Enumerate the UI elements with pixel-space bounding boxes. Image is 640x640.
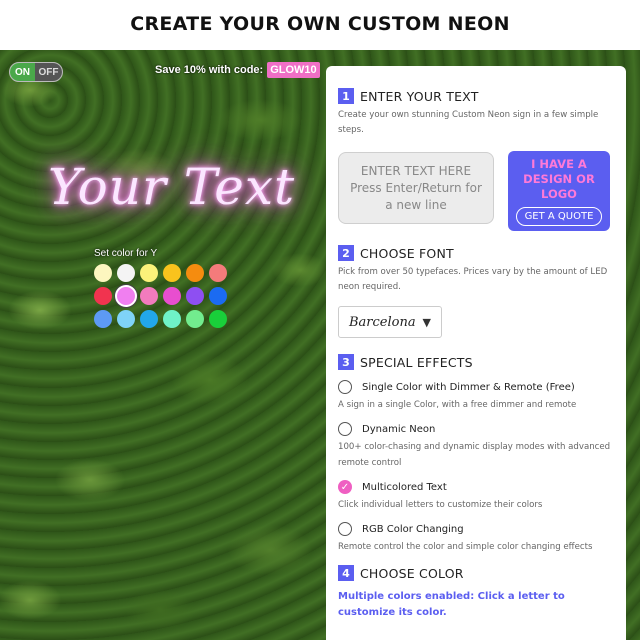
color-instructions: Multiple colors enabled: Click a letter …: [338, 591, 565, 618]
section-title: SPECIAL EFFECTS: [360, 354, 473, 370]
step-number: 4: [338, 565, 354, 581]
font-select-dropdown[interactable]: Barcelona ▼: [338, 306, 442, 338]
get-a-quote-button[interactable]: GET A QUOTE: [515, 206, 603, 226]
color-swatch[interactable]: [117, 264, 135, 282]
color-swatch[interactable]: [163, 287, 181, 305]
color-swatch[interactable]: [163, 310, 181, 328]
section-title: CHOOSE COLOR: [360, 565, 464, 581]
effect-description: Click individual letters to customize th…: [338, 500, 543, 510]
effect-description: A sign in a single Color, with a free di…: [338, 400, 577, 410]
color-swatch[interactable]: [209, 287, 227, 305]
section-effects-header: 3 SPECIAL EFFECTS: [338, 354, 614, 370]
color-swatch[interactable]: [94, 287, 112, 305]
radio-icon[interactable]: [338, 422, 352, 436]
section-font-header: 2 CHOOSE FONT: [338, 245, 614, 261]
promo-code-badge: GLOW10: [267, 62, 320, 78]
radio-icon[interactable]: [338, 522, 352, 536]
text-input-placeholder-line: Press Enter/Return for: [350, 180, 482, 195]
color-swatch[interactable]: [186, 310, 204, 328]
color-swatch[interactable]: [117, 310, 135, 328]
color-swatch[interactable]: [117, 287, 135, 305]
color-swatch[interactable]: [140, 287, 158, 305]
effect-option[interactable]: Dynamic Neon: [338, 422, 614, 436]
swatch-grid: [94, 264, 227, 328]
promo-text: Save 10% with code:: [155, 64, 264, 76]
radio-checked-icon[interactable]: ✓: [338, 480, 352, 494]
color-swatch[interactable]: [94, 264, 112, 282]
section-enter-text-header: 1 ENTER YOUR TEXT: [338, 88, 614, 104]
effect-label: Single Color with Dimmer & Remote (Free): [362, 381, 575, 393]
color-swatch[interactable]: [140, 310, 158, 328]
chevron-down-icon: ▼: [422, 315, 431, 329]
effect-label: Dynamic Neon: [362, 423, 436, 435]
color-picker-label: Set color for Y: [94, 248, 158, 259]
neon-text-preview[interactable]: Your Text: [48, 158, 295, 216]
color-swatch[interactable]: [186, 264, 204, 282]
step-number: 2: [338, 245, 354, 261]
section-description: Pick from over 50 typefaces. Prices vary…: [338, 267, 608, 292]
letter-color-picker: Set color for Y: [94, 248, 227, 328]
color-swatch[interactable]: [94, 310, 112, 328]
on-off-toggle[interactable]: ON OFF: [9, 62, 63, 82]
text-input-placeholder-line: a new line: [385, 197, 447, 212]
section-title: CHOOSE FONT: [360, 245, 454, 261]
design-text-line: I HAVE A: [531, 156, 587, 171]
effect-description: Remote control the color and simple colo…: [338, 542, 593, 552]
step-number: 1: [338, 88, 354, 104]
effect-label: RGB Color Changing: [362, 523, 464, 535]
toggle-off-label[interactable]: OFF: [35, 63, 62, 81]
section-title: ENTER YOUR TEXT: [360, 88, 479, 104]
design-logo-text: I HAVE A DESIGN OR LOGO: [523, 157, 595, 202]
design-logo-card[interactable]: I HAVE A DESIGN OR LOGO GET A QUOTE: [508, 151, 610, 231]
effect-option[interactable]: RGB Color Changing: [338, 522, 614, 536]
font-select-value: Barcelona: [349, 314, 416, 330]
section-color-header: 4 CHOOSE COLOR: [338, 565, 614, 581]
effect-description: 100+ color-chasing and dynamic display m…: [338, 442, 611, 468]
configurator-panel: 1 ENTER YOUR TEXT Create your own stunni…: [326, 66, 626, 640]
neon-text-input[interactable]: ENTER TEXT HERE Press Enter/Return for a…: [338, 152, 494, 224]
step-number: 3: [338, 354, 354, 370]
toggle-on-label[interactable]: ON: [10, 63, 36, 81]
color-swatch[interactable]: [209, 310, 227, 328]
text-input-placeholder-line: ENTER TEXT HERE: [360, 163, 472, 178]
color-swatch[interactable]: [140, 264, 158, 282]
effects-list: Single Color with Dimmer & Remote (Free)…: [338, 380, 614, 555]
radio-icon[interactable]: [338, 380, 352, 394]
design-text-line: LOGO: [541, 186, 577, 201]
design-text-line: DESIGN OR: [523, 171, 595, 186]
color-swatch[interactable]: [209, 264, 227, 282]
color-swatch[interactable]: [163, 264, 181, 282]
effect-option[interactable]: ✓ Multicolored Text: [338, 480, 614, 494]
effect-option[interactable]: Single Color with Dimmer & Remote (Free): [338, 380, 614, 394]
color-swatch[interactable]: [186, 287, 204, 305]
promo-banner: Save 10% with code: GLOW10: [155, 62, 320, 78]
effect-label: Multicolored Text: [362, 481, 447, 493]
page-title: CREATE YOUR OWN CUSTOM NEON: [130, 13, 510, 35]
section-description: Create your own stunning Custom Neon sig…: [338, 110, 599, 135]
